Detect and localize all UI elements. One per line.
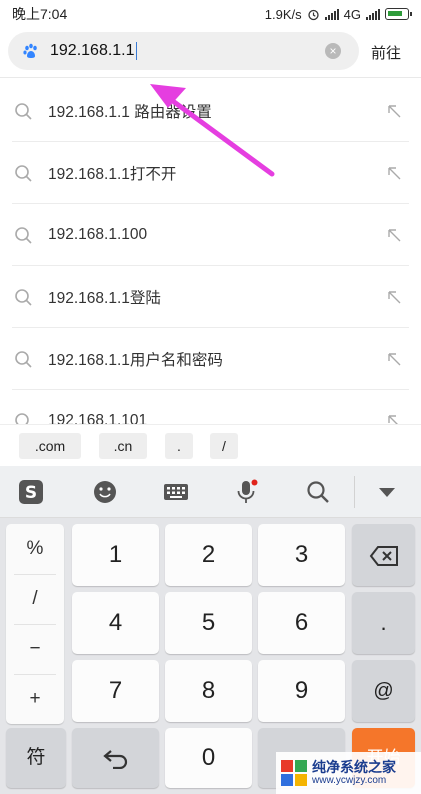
network-type: 4G (343, 6, 361, 22)
key-3[interactable]: 3 (258, 524, 345, 586)
search-icon (15, 351, 32, 368)
status-bar: 晚上7:04 1.9K/s 4G (0, 0, 421, 28)
baidu-paw-icon (23, 43, 37, 58)
alarm-icon (308, 9, 319, 20)
quick-input-bar: .com .cn . / (0, 424, 421, 466)
quick-key-cn[interactable]: .cn (99, 433, 147, 459)
key-1[interactable]: 1 (72, 524, 159, 586)
search-input[interactable]: 192.168.1.1 × (8, 32, 359, 70)
signal-icon-2 (366, 8, 380, 20)
search-icon[interactable] (305, 479, 331, 505)
key-2[interactable]: 2 (165, 524, 252, 586)
search-icon (15, 103, 32, 120)
key-6[interactable]: 6 (258, 592, 345, 654)
microphone-icon[interactable] (233, 479, 259, 505)
suggestion-item[interactable]: 192.168.1.1登陆 (0, 266, 421, 328)
text-cursor (135, 42, 138, 60)
keyboard-toolbar: S (0, 466, 421, 518)
signal-icon (324, 8, 339, 20)
fill-arrow-icon[interactable] (385, 164, 403, 182)
key-minus[interactable]: − (6, 624, 64, 674)
key-at[interactable]: @ (352, 660, 415, 722)
network-speed: 1.9K/s (264, 6, 302, 22)
suggestion-text: 192.168.1.100 (48, 226, 148, 243)
fill-arrow-icon[interactable] (385, 102, 403, 120)
svg-text:S: S (25, 483, 37, 503)
suggestion-text: 192.168.1.1用户名和密码 (48, 352, 223, 369)
key-8[interactable]: 8 (165, 660, 252, 722)
backspace-icon (369, 546, 398, 567)
search-icon (15, 289, 32, 306)
suggestion-item[interactable]: 192.168.1.1用户名和密码 (0, 328, 421, 390)
status-right: 1.9K/s 4G (264, 6, 412, 22)
symbol-column: % / − + (6, 524, 64, 724)
suggestion-item[interactable]: 192.168.1.1打不开 (0, 142, 421, 204)
status-time: 晚上7:04 (12, 6, 68, 22)
key-0[interactable]: 0 (165, 728, 252, 788)
fill-arrow-icon[interactable] (385, 226, 403, 244)
key-dot[interactable]: . (352, 592, 415, 654)
keyboard-icon[interactable] (163, 479, 189, 505)
search-icon (15, 165, 32, 182)
key-5[interactable]: 5 (165, 592, 252, 654)
key-percent[interactable]: % (6, 524, 64, 574)
keyboard: S % / − + 1 2 3 4 5 6 . 7 8 9 @ 符 0 (0, 466, 421, 794)
clear-icon[interactable]: × (325, 43, 341, 59)
suggestion-text: 192.168.1.1 路由器设置 (48, 104, 212, 121)
key-7[interactable]: 7 (72, 660, 159, 722)
battery-icon (385, 8, 412, 20)
collapse-icon[interactable] (374, 479, 400, 505)
key-4[interactable]: 4 (72, 592, 159, 654)
suggestion-list: 192.168.1.1 路由器设置 192.168.1.1打不开 192.168… (0, 80, 421, 452)
watermark: 纯净系统之家 www.ycwjzy.com (276, 752, 421, 794)
watermark-title: 纯净系统之家 (312, 759, 396, 775)
watermark-text: 纯净系统之家 www.ycwjzy.com (312, 759, 396, 787)
fill-arrow-icon[interactable] (385, 288, 403, 306)
toolbar-divider (354, 476, 355, 508)
suggestion-text: 192.168.1.1登陆 (48, 290, 161, 307)
search-header: 192.168.1.1 × 前往 (0, 28, 421, 78)
key-slash[interactable]: / (6, 574, 64, 624)
watermark-url: www.ycwjzy.com (312, 775, 387, 786)
watermark-logo-icon (281, 760, 307, 786)
suggestion-text: 192.168.1.1打不开 (48, 166, 177, 183)
return-icon (102, 749, 127, 769)
quick-key-com[interactable]: .com (19, 433, 81, 459)
symbols-key[interactable]: 符 (6, 728, 66, 788)
search-icon (15, 227, 32, 244)
emoji-icon[interactable] (92, 479, 118, 505)
backspace-key[interactable] (352, 524, 415, 586)
quick-key-dot[interactable]: . (165, 433, 193, 459)
suggestion-item[interactable]: 192.168.1.1 路由器设置 (0, 80, 421, 142)
return-key[interactable] (72, 728, 159, 788)
sogou-logo-icon[interactable]: S (18, 479, 44, 505)
fill-arrow-icon[interactable] (385, 350, 403, 368)
key-plus[interactable]: + (6, 674, 64, 724)
key-9[interactable]: 9 (258, 660, 345, 722)
go-button[interactable]: 前往 (371, 42, 401, 63)
quick-key-slash[interactable]: / (210, 433, 238, 459)
suggestion-item[interactable]: 192.168.1.100 (0, 204, 421, 266)
search-value: 192.168.1.1 (50, 42, 135, 59)
